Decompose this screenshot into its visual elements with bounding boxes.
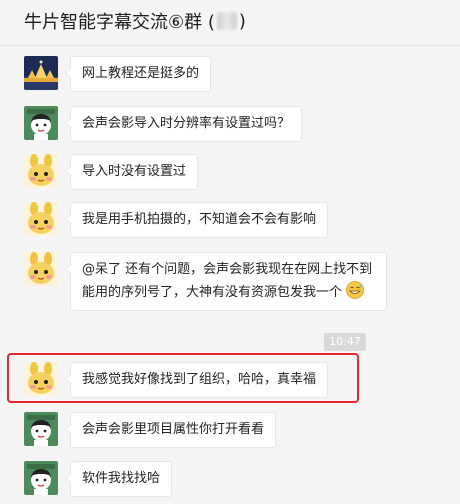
- message-bubble[interactable]: 软件我找找哈: [64, 461, 173, 497]
- chat-header: 牛片智能字幕交流⑥群 ( ): [0, 0, 460, 46]
- message-text: @呆了 还有个问题，会声会影我现在在网上找不到能用的序列号了，大神有没有资源包发…: [82, 262, 373, 300]
- chat-title-suffix: ): [238, 10, 246, 32]
- message-bubble[interactable]: 我是用手机拍摄的，不知道会不会有影响: [64, 202, 329, 238]
- avatar-bunny-icon[interactable]: [24, 252, 58, 286]
- message-bubble[interactable]: 我感觉我好像找到了组织，哈哈，真幸福: [64, 362, 329, 398]
- avatar-cartoon-girl-icon[interactable]: [24, 412, 58, 446]
- grinning-sweat-emoji-icon: [346, 281, 365, 299]
- blurred-member-count: [216, 12, 237, 30]
- chat-title[interactable]: 牛片智能字幕交流⑥群 ( ): [24, 8, 246, 34]
- chat-title-text: 牛片智能字幕交流⑥群 (: [24, 12, 215, 33]
- timestamp-badge: 10:47: [324, 333, 366, 351]
- avatar-bunny-icon[interactable]: [24, 362, 58, 396]
- message-bubble[interactable]: @呆了 还有个问题，会声会影我现在在网上找不到能用的序列号了，大神有没有资源包发…: [65, 252, 387, 311]
- message-bubble[interactable]: 会声会影里项目属性你打开看看: [64, 412, 277, 448]
- avatar-cartoon-girl-icon[interactable]: [24, 106, 58, 140]
- avatar-cartoon-girl-icon[interactable]: [24, 461, 58, 495]
- avatar-night-city-icon[interactable]: [24, 56, 58, 90]
- message-bubble[interactable]: 导入时没有设置过: [64, 154, 199, 190]
- avatar-bunny-icon[interactable]: [24, 202, 58, 236]
- message-bubble[interactable]: 会声会影导入时分辨率有设置过吗？: [64, 106, 303, 142]
- avatar-bunny-icon[interactable]: [24, 154, 58, 188]
- message-bubble[interactable]: 网上教程还是挺多的: [64, 56, 212, 92]
